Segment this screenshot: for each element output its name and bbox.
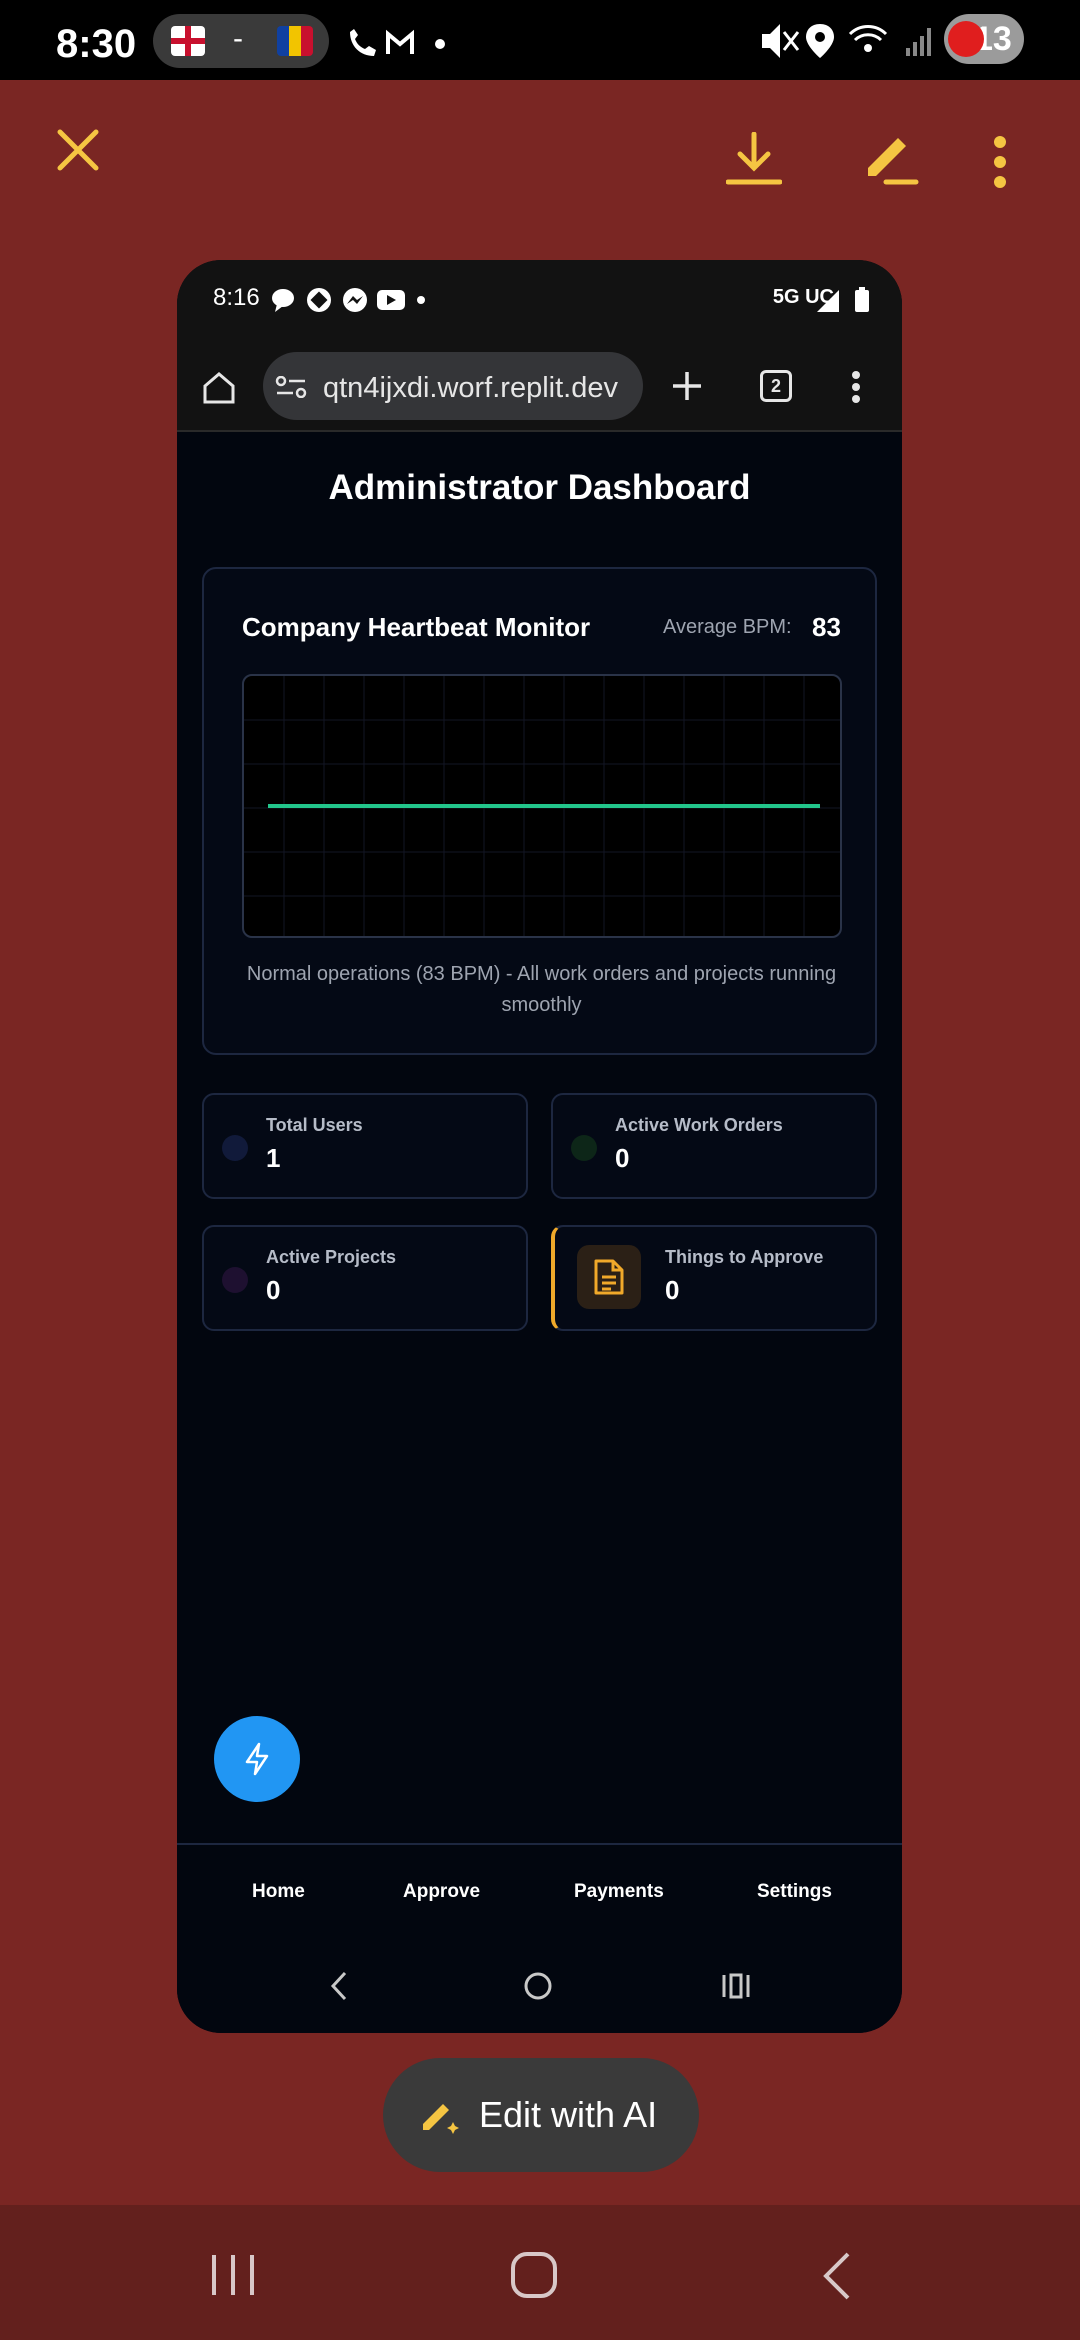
home-button-icon[interactable]	[510, 2251, 558, 2299]
download-icon[interactable]	[726, 132, 782, 188]
approve-icon-box	[577, 1245, 641, 1309]
heartbeat-chart	[242, 674, 842, 938]
url-bar[interactable]: qtn4ijxdi.worf.replit.dev	[263, 352, 643, 420]
recent-apps-icon[interactable]	[210, 2253, 256, 2297]
close-icon[interactable]	[56, 128, 100, 172]
more-notifications-icon	[435, 39, 445, 49]
battery-indicator: 13	[944, 14, 1024, 64]
location-icon	[806, 24, 834, 58]
quick-action-button[interactable]	[214, 1716, 300, 1802]
document-icon	[594, 1259, 624, 1295]
system-nav-bar	[0, 2205, 1080, 2340]
phone-system-nav	[177, 1943, 902, 2033]
edit-icon[interactable]	[860, 132, 920, 188]
phone-status-time: 8:16	[213, 284, 260, 311]
gmail-icon	[386, 29, 414, 54]
nav-payments[interactable]: Payments	[574, 1881, 664, 1903]
home-circle-icon[interactable]	[523, 1971, 553, 2001]
bottom-nav: Home Approve Payments Settings	[177, 1843, 902, 1943]
wifi-icon	[848, 25, 888, 52]
new-tab-icon[interactable]	[671, 370, 703, 402]
status-separator: -	[233, 22, 243, 55]
work-orders-indicator-dot	[571, 1135, 597, 1161]
stat-value: 0	[665, 1275, 680, 1305]
stat-label: Active Projects	[266, 1247, 397, 1267]
more-notifications-icon	[417, 296, 425, 304]
stat-card-active-projects[interactable]: Active Projects 0	[202, 1225, 528, 1331]
projects-indicator-dot	[222, 1267, 248, 1293]
stat-label: Things to Approve	[665, 1247, 824, 1267]
average-bpm-label: Average BPM:	[663, 616, 792, 638]
phone-screenshot: 8:16 5G UC qtn4ijxdi.worf.replit.dev 2 A…	[177, 260, 902, 2033]
nav-settings[interactable]: Settings	[757, 1881, 832, 1903]
england-flag-icon	[171, 26, 205, 56]
edit-with-ai-button[interactable]: Edit with AI	[383, 2058, 699, 2172]
stat-value: 0	[266, 1275, 281, 1305]
status-bar: 8:30 - 13	[0, 0, 1080, 80]
heartbeat-description: Normal operations (83 BPM) - All work or…	[246, 963, 837, 1016]
stat-card-total-users[interactable]: Total Users 1	[202, 1093, 528, 1199]
stat-label: Total Users	[266, 1115, 363, 1135]
heartbeat-card: Company Heartbeat Monitor Average BPM: 8…	[202, 567, 877, 1055]
phone-signal-battery-icons	[817, 287, 869, 312]
status-notification-pill: -	[153, 14, 329, 68]
signal-icon	[906, 28, 931, 56]
chat-bubble-icon	[272, 289, 294, 312]
stat-card-things-to-approve[interactable]: Things to Approve 0	[551, 1225, 877, 1331]
edit-with-ai-label: Edit with AI	[479, 2094, 658, 2135]
magic-edit-icon	[423, 2104, 459, 2134]
battery-saver-icon	[948, 21, 984, 57]
lightning-icon	[245, 1742, 269, 1776]
status-right-icons	[762, 24, 931, 58]
youtube-icon	[377, 290, 405, 310]
nav-home[interactable]: Home	[252, 1881, 305, 1903]
messenger-icon	[343, 288, 367, 312]
app-notification-icon	[307, 288, 331, 312]
page-title: Administrator Dashboard	[328, 468, 751, 507]
site-settings-icon[interactable]	[275, 376, 307, 398]
phone-notification-icons	[272, 288, 425, 312]
stat-card-active-work-orders[interactable]: Active Work Orders 0	[551, 1093, 877, 1199]
back-icon[interactable]	[820, 2251, 852, 2301]
browser-menu-icon[interactable]	[851, 370, 861, 404]
andorra-flag-icon	[277, 26, 313, 56]
status-left-icons	[346, 28, 456, 63]
heartbeat-title: Company Heartbeat Monitor	[242, 612, 591, 642]
users-indicator-dot	[222, 1135, 248, 1161]
mute-icon	[762, 24, 800, 58]
more-vert-icon[interactable]	[992, 134, 1008, 190]
tab-switcher-button[interactable]: 2	[760, 370, 792, 402]
home-icon[interactable]	[201, 370, 237, 404]
average-bpm-value: 83	[812, 612, 841, 642]
phone-icon	[350, 29, 376, 56]
heartbeat-chart-svg	[244, 676, 840, 936]
back-icon[interactable]	[329, 1971, 349, 2001]
stat-value: 0	[615, 1143, 630, 1173]
stat-value: 1	[266, 1143, 281, 1173]
recent-apps-icon[interactable]	[721, 1973, 751, 1999]
stat-label: Active Work Orders	[615, 1115, 783, 1135]
status-time: 8:30	[56, 22, 137, 66]
browser-toolbar: qtn4ijxdi.worf.replit.dev 2	[177, 340, 902, 432]
phone-status-bar: 8:16 5G UC	[177, 260, 902, 340]
url-text: qtn4ijxdi.worf.replit.dev	[323, 372, 618, 404]
nav-approve[interactable]: Approve	[403, 1881, 480, 1903]
